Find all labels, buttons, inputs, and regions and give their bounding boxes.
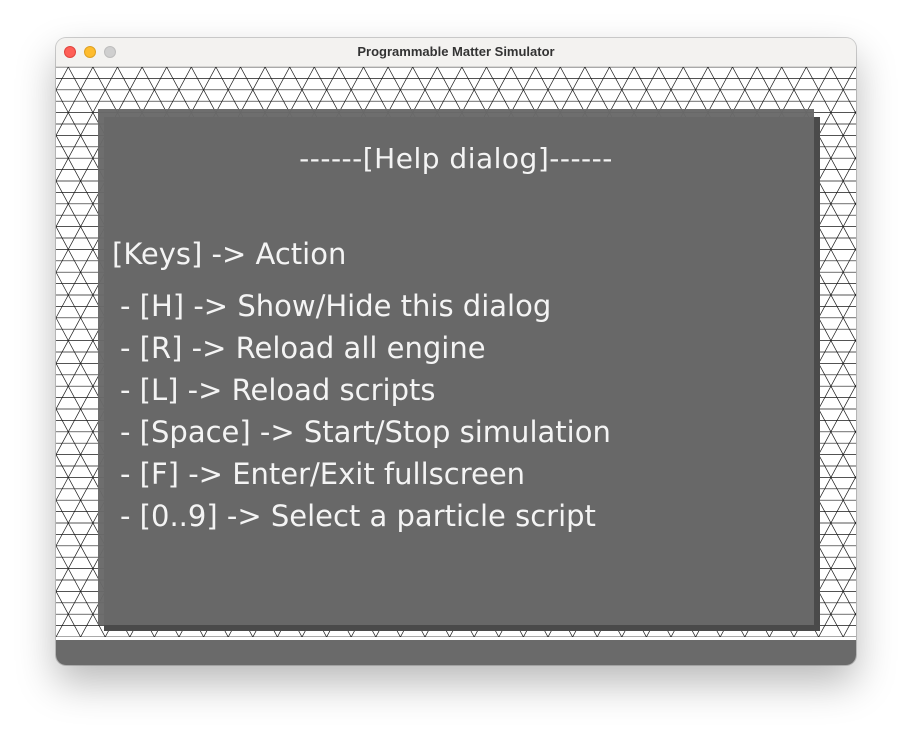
help-dialog-title: ------[Help dialog]------ <box>299 142 613 175</box>
status-bar <box>56 637 856 665</box>
help-item-reload-engine: - [R] -> Reload all engine <box>120 331 486 365</box>
help-shortcut-list: - [H] -> Show/Hide this dialog - [R] -> … <box>120 285 611 537</box>
help-item-start-stop: - [Space] -> Start/Stop simulation <box>120 415 611 449</box>
simulation-canvas[interactable]: ------[Help dialog]------ [Keys] -> Acti… <box>56 67 856 637</box>
title-bar[interactable]: Programmable Matter Simulator <box>56 38 856 67</box>
help-item-fullscreen: - [F] -> Enter/Exit fullscreen <box>120 457 526 491</box>
help-item-show-hide: - [H] -> Show/Hide this dialog <box>120 289 552 323</box>
window-title: Programmable Matter Simulator <box>357 44 555 59</box>
app-window: Programmable Matter Simulator ------[Hel… <box>56 38 856 665</box>
help-dialog: ------[Help dialog]------ [Keys] -> Acti… <box>98 109 814 625</box>
help-item-reload-scripts: - [L] -> Reload scripts <box>120 373 436 407</box>
help-keys-header: [Keys] -> Action <box>112 237 347 271</box>
help-item-select-script: - [0..9] -> Select a particle script <box>120 499 596 533</box>
